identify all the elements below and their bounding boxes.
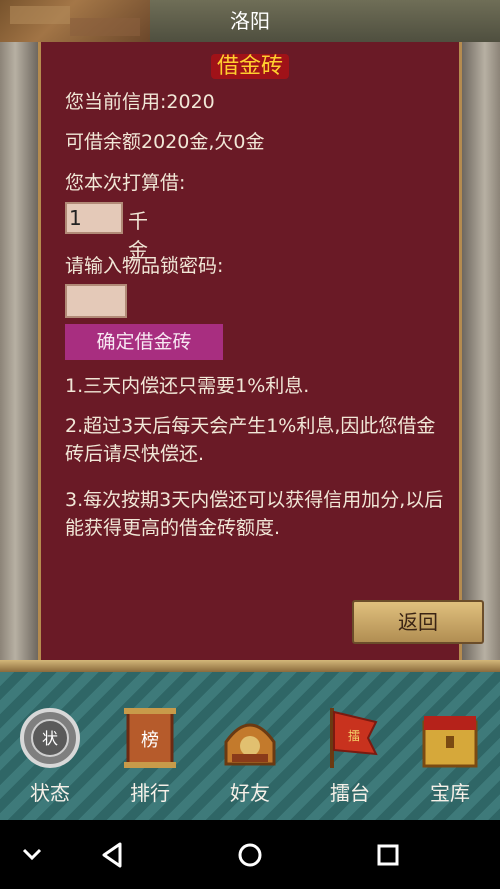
nav-label-treasury: 宝库: [430, 781, 470, 805]
right-stone-frame: [462, 42, 500, 662]
password-input[interactable]: [65, 284, 127, 318]
svg-text:擂: 擂: [348, 729, 360, 743]
recent-square-icon[interactable]: [368, 838, 408, 872]
balance-text: 可借余额2020金,欠0金: [65, 131, 265, 153]
home-circle-icon[interactable]: [230, 838, 270, 872]
bottom-nav: 状 状态 榜 排行 好友 擂 擂台 宝库: [0, 672, 500, 820]
confirm-borrow-button[interactable]: 确定借金砖: [65, 324, 223, 360]
amount-input[interactable]: 1: [65, 202, 123, 234]
nav-item-status[interactable]: 状 状态: [0, 672, 100, 820]
nav-divider: [0, 660, 500, 672]
nav-item-ranking[interactable]: 榜 排行: [100, 672, 200, 820]
nav-item-arena[interactable]: 擂 擂台: [300, 672, 400, 820]
arena-flag-icon: 擂: [330, 708, 378, 768]
nav-label-friends: 好友: [230, 781, 270, 805]
nav-item-treasury[interactable]: 宝库: [400, 672, 500, 820]
chevron-down-icon[interactable]: [12, 838, 52, 872]
nav-label-arena: 擂台: [330, 781, 370, 805]
location-title: 洛阳: [230, 9, 270, 33]
svg-text:榜: 榜: [141, 730, 159, 751]
ranking-scroll-icon: 榜: [124, 708, 176, 768]
nav-label-ranking: 排行: [130, 781, 170, 805]
note-3: 3.每次按期3天内偿还可以获得信用加分,以后能获得更高的借金砖额度.: [65, 489, 444, 539]
system-nav-bar: [0, 820, 500, 889]
svg-text:状: 状: [42, 729, 58, 748]
note-2: 2.超过3天后每天会产生1%利息,因此您借金砖后请尽快偿还.: [65, 415, 436, 465]
nav-item-friends[interactable]: 好友: [200, 672, 300, 820]
panel-title: 借金砖: [41, 48, 459, 80]
status-seal-icon: 状: [20, 708, 80, 768]
back-triangle-icon[interactable]: [92, 838, 132, 872]
back-button[interactable]: 返回: [352, 600, 484, 644]
borrow-prompt: 您本次打算借:: [65, 172, 186, 194]
credit-text: 您当前信用:2020: [65, 91, 215, 113]
top-header: 洛阳: [0, 0, 500, 44]
password-prompt: 请输入物品锁密码:: [65, 255, 224, 277]
friends-helmet-icon: [224, 723, 276, 766]
borrow-panel: 借金砖 您当前信用:2020 可借余额2020金,欠0金 您本次打算借: 1 千…: [38, 42, 462, 660]
note-1: 1.三天内偿还只需要1%利息.: [65, 375, 310, 397]
left-stone-frame: [0, 42, 38, 662]
treasure-chest-icon: [422, 716, 478, 768]
nav-label-status: 状态: [30, 781, 70, 805]
